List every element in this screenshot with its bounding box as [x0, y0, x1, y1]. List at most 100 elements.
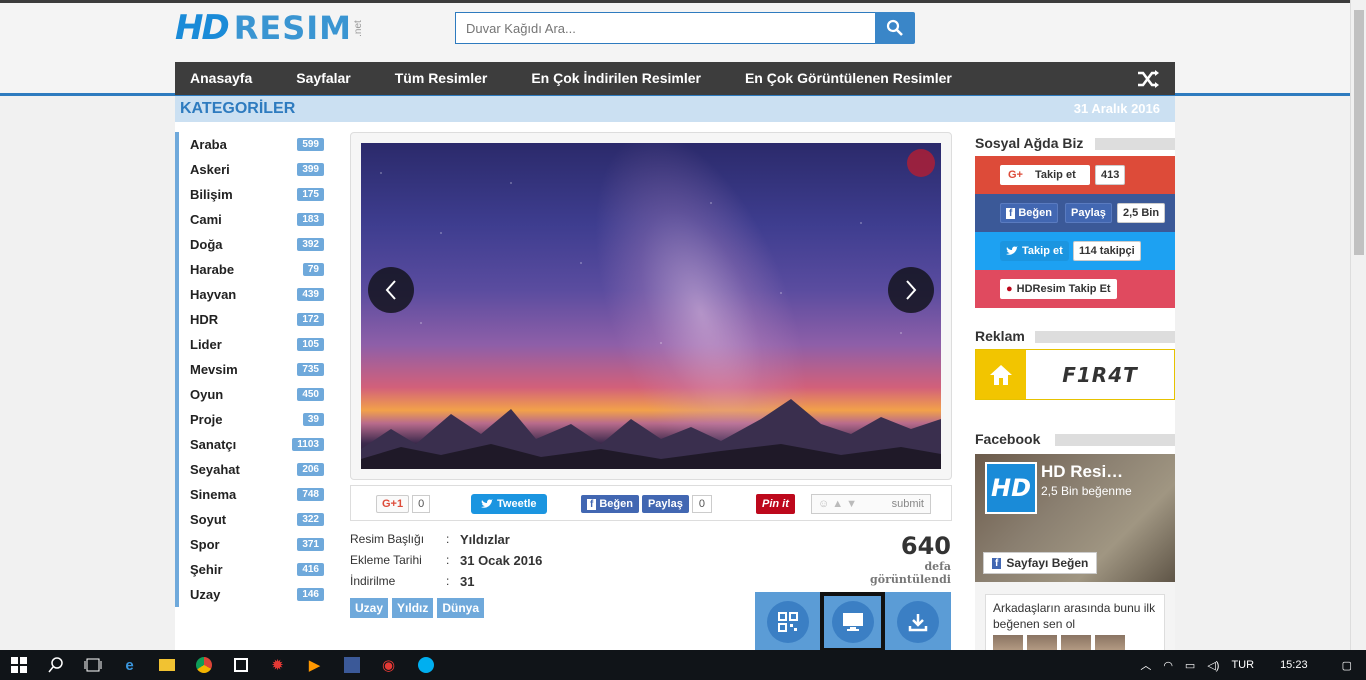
start-button[interactable]	[0, 650, 37, 680]
overlay-badge[interactable]	[907, 149, 935, 177]
category-count: 322	[297, 513, 324, 526]
fb-page-name[interactable]: HD Resi…	[1041, 462, 1123, 482]
category-item[interactable]: Proje 39	[175, 407, 325, 432]
category-item[interactable]: Askeri 399	[175, 157, 325, 182]
fb-like-button[interactable]: f Beğen	[581, 495, 639, 513]
scrollbar-thumb[interactable]	[1354, 10, 1364, 255]
taskbar-search-button[interactable]	[37, 650, 74, 680]
tweet-button[interactable]: Tweetle	[471, 494, 547, 514]
player-app[interactable]: ▶	[296, 650, 333, 680]
nav-pages[interactable]: Sayfalar	[274, 62, 372, 95]
category-count: 439	[297, 288, 324, 301]
facebook-title: Facebook	[975, 431, 1049, 447]
recorder-app[interactable]: ◉	[370, 650, 407, 680]
info-sep: :	[446, 532, 450, 546]
category-item[interactable]: Uzay 146	[175, 582, 325, 607]
volume-icon[interactable]: ◁)	[1201, 659, 1225, 672]
random-button[interactable]	[1135, 68, 1161, 90]
clock[interactable]: 15:23	[1260, 659, 1328, 671]
facebook-icon	[343, 657, 360, 673]
download-button[interactable]	[885, 592, 950, 652]
tag-uzay[interactable]: Uzay	[350, 598, 389, 618]
page-scrollbar[interactable]	[1350, 0, 1366, 650]
fb-share-button[interactable]: Paylaş	[641, 495, 689, 513]
search-button[interactable]	[875, 12, 915, 44]
battery-icon[interactable]: ▭	[1179, 659, 1201, 672]
fb-page-share-button[interactable]: Paylaş	[1065, 203, 1112, 223]
category-item[interactable]: Soyut 322	[175, 507, 325, 532]
notification-icon[interactable]: ▢	[1328, 659, 1366, 672]
category-item[interactable]: Seyahat 206	[175, 457, 325, 482]
qr-code-button[interactable]	[755, 592, 820, 652]
skype-app[interactable]	[407, 650, 444, 680]
avatar[interactable]	[1095, 635, 1125, 651]
download-bar	[755, 592, 951, 652]
image-slider	[350, 132, 952, 480]
search-input[interactable]	[455, 12, 875, 44]
category-item[interactable]: HDR 172	[175, 307, 325, 332]
next-slide-button[interactable]	[888, 267, 934, 313]
facebook-page-plugin: HD HD Resi… 2,5 Bin beğenme f Sayfayı Be…	[975, 454, 1175, 652]
wifi-icon[interactable]: ◠	[1157, 659, 1179, 672]
category-item[interactable]: Şehir 416	[175, 557, 325, 582]
twitter-follow-button[interactable]: Takip et	[1000, 241, 1069, 261]
category-item[interactable]: Lider 105	[175, 332, 325, 357]
chevron-up-icon[interactable]: ︿	[1134, 657, 1157, 673]
category-item[interactable]: Sinema 748	[175, 482, 325, 507]
category-item[interactable]: Cami 183	[175, 207, 325, 232]
fb-page-like-button[interactable]: f Beğen	[1000, 203, 1058, 223]
category-count: 79	[302, 263, 324, 276]
wallpaper-image[interactable]	[361, 143, 941, 469]
facebook-app[interactable]	[333, 650, 370, 680]
ad-banner[interactable]: F1R4T	[975, 349, 1175, 400]
fb-page-like-label: Sayfayı Beğen	[1006, 556, 1089, 570]
tag-dunya[interactable]: Dünya	[437, 598, 485, 618]
nav-most-downloaded[interactable]: En Çok İndirilen Resimler	[509, 62, 723, 95]
category-item[interactable]: Hayvan 439	[175, 282, 325, 307]
set-wallpaper-button[interactable]	[820, 592, 885, 652]
language-indicator[interactable]: TUR	[1225, 659, 1260, 671]
home-icon	[990, 364, 1012, 385]
explorer-app[interactable]	[148, 650, 185, 680]
site-logo[interactable]: HD RESIM .net	[175, 8, 367, 48]
category-item[interactable]: Doğa 392	[175, 232, 325, 257]
fb-f-icon: f	[992, 557, 1002, 569]
twitter-follow-label: Takip et	[1022, 245, 1063, 257]
tag-yildiz[interactable]: Yıldız	[392, 598, 434, 618]
category-count: 146	[297, 588, 324, 601]
fb-friend-avatars	[993, 635, 1157, 651]
edge-app[interactable]: e	[111, 650, 148, 680]
reddit-submit[interactable]: ☺ ▲ ▼ submit	[811, 494, 931, 514]
prev-slide-button[interactable]	[368, 267, 414, 313]
chrome-app[interactable]	[185, 650, 222, 680]
folder-icon	[158, 659, 175, 671]
category-item[interactable]: Oyun 450	[175, 382, 325, 407]
store-app[interactable]	[222, 650, 259, 680]
category-item[interactable]: Mevsim 735	[175, 357, 325, 382]
facebook-section-header: Facebook	[975, 428, 1175, 448]
gplus-follow-button[interactable]: G+ Takip et	[1000, 165, 1090, 185]
category-item[interactable]: Bilişim 175	[175, 182, 325, 207]
ad-title: Reklam	[975, 328, 1033, 344]
downvote-icon: ▼	[846, 498, 858, 510]
pinterest-follow-button[interactable]: ● HDResim Takip Et	[1000, 279, 1117, 299]
nav-home[interactable]: Anasayfa	[175, 62, 274, 95]
nav-all-images[interactable]: Tüm Resimler	[373, 62, 510, 95]
section-divider	[1095, 138, 1175, 150]
fb-page-avatar[interactable]: HD	[985, 462, 1037, 514]
fb-like-label: Beğen	[599, 498, 633, 510]
pinterest-button[interactable]: Pin it	[756, 494, 795, 514]
media-app[interactable]: ✹	[259, 650, 296, 680]
category-item[interactable]: Sanatçı 1103	[175, 432, 325, 457]
category-item[interactable]: Harabe 79	[175, 257, 325, 282]
avatar[interactable]	[1027, 635, 1057, 651]
category-item[interactable]: Araba 599	[175, 132, 325, 157]
avatar[interactable]	[993, 635, 1023, 651]
fb-cover-photo[interactable]: HD HD Resi… 2,5 Bin beğenme f Sayfayı Be…	[975, 454, 1175, 582]
category-item[interactable]: Spor 371	[175, 532, 325, 557]
gplus-button[interactable]: G+1	[376, 495, 410, 513]
avatar[interactable]	[1061, 635, 1091, 651]
task-view-button[interactable]	[74, 650, 111, 680]
nav-most-viewed[interactable]: En Çok Görüntülenen Resimler	[723, 62, 974, 95]
fb-page-like-button[interactable]: f Sayfayı Beğen	[983, 552, 1098, 574]
